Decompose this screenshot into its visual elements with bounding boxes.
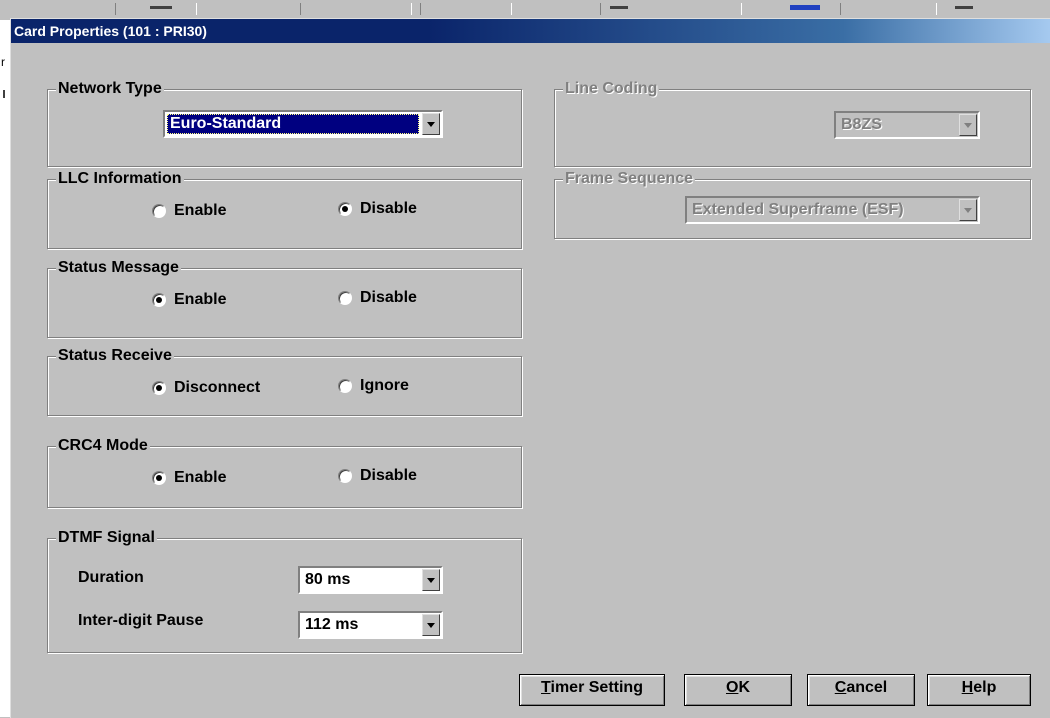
status-message-disable-radio[interactable]: Disable bbox=[338, 289, 417, 307]
frame-sequence-group: Frame Sequence Extended Superframe (ESF) bbox=[554, 169, 1031, 239]
chevron-down-icon[interactable] bbox=[959, 114, 977, 136]
status-message-legend: Status Message bbox=[56, 258, 181, 278]
window-title: Card Properties (101 : PRI30) bbox=[14, 23, 207, 39]
llc-information-legend: LLC Information bbox=[56, 169, 184, 189]
inter-digit-pause-select[interactable]: 112 ms bbox=[298, 611, 443, 639]
chevron-down-icon[interactable] bbox=[422, 614, 440, 636]
status-receive-disconnect-radio[interactable]: Disconnect bbox=[152, 379, 260, 397]
chevron-down-icon[interactable] bbox=[422, 569, 440, 591]
ok-label: K bbox=[738, 679, 750, 696]
timer-setting-label: imer Setting bbox=[550, 679, 643, 696]
status-receive-group: Status Receive Disconnect Ignore bbox=[47, 346, 522, 416]
dtmf-signal-legend: DTMF Signal bbox=[56, 528, 157, 548]
radio-on-icon bbox=[152, 471, 166, 485]
line-coding-select[interactable]: B8ZS bbox=[834, 111, 980, 139]
llc-disable-label: Disable bbox=[360, 200, 417, 217]
network-type-group: Network Type Euro-Standard bbox=[47, 79, 522, 167]
radio-off-icon bbox=[152, 204, 166, 218]
crc4-enable-label: Enable bbox=[174, 469, 227, 486]
crc4-mode-legend: CRC4 Mode bbox=[56, 436, 150, 456]
llc-information-group: LLC Information Enable Disable bbox=[47, 169, 522, 249]
radio-off-icon bbox=[338, 379, 352, 393]
duration-label: Duration bbox=[78, 569, 144, 586]
status-message-enable-radio[interactable]: Enable bbox=[152, 291, 226, 309]
status-receive-disconnect-label: Disconnect bbox=[174, 379, 261, 396]
status-message-enable-label: Enable bbox=[174, 291, 227, 308]
crc4-enable-radio[interactable]: Enable bbox=[152, 469, 226, 487]
chevron-down-icon[interactable] bbox=[422, 113, 440, 135]
status-message-group: Status Message Enable Disable bbox=[47, 258, 522, 338]
crc4-disable-radio[interactable]: Disable bbox=[338, 467, 417, 485]
line-coding-value: B8ZS bbox=[841, 116, 882, 133]
title-bar[interactable]: Card Properties (101 : PRI30) bbox=[11, 19, 1050, 43]
chevron-down-icon[interactable] bbox=[959, 199, 977, 221]
card-properties-dialog: Card Properties (101 : PRI30) Network Ty… bbox=[10, 18, 1050, 718]
background-toolbar-highlight bbox=[790, 5, 820, 10]
network-type-select[interactable]: Euro-Standard bbox=[163, 110, 443, 138]
radio-off-icon bbox=[338, 469, 352, 483]
llc-disable-radio[interactable]: Disable bbox=[338, 200, 417, 218]
timer-setting-mnemonic: T bbox=[541, 679, 551, 696]
inter-digit-pause-value: 112 ms bbox=[305, 616, 359, 633]
network-type-value: Euro-Standard bbox=[167, 114, 419, 134]
line-coding-legend: Line Coding bbox=[563, 79, 660, 99]
cancel-label: ancel bbox=[846, 679, 888, 696]
frame-sequence-select[interactable]: Extended Superframe (ESF) bbox=[685, 196, 980, 224]
background-text-fragment: r bbox=[1, 55, 5, 69]
timer-setting-button[interactable]: Timer Setting bbox=[519, 674, 665, 706]
background-toolbar-segment bbox=[840, 3, 937, 15]
inter-digit-pause-label: Inter-digit Pause bbox=[78, 612, 204, 629]
status-message-disable-label: Disable bbox=[360, 289, 417, 306]
radio-on-icon bbox=[152, 381, 166, 395]
background-toolbar-mark bbox=[610, 6, 628, 9]
cancel-button[interactable]: Cancel bbox=[807, 674, 915, 706]
background-toolbar-segment bbox=[300, 3, 412, 15]
llc-enable-label: Enable bbox=[174, 202, 227, 219]
network-type-legend: Network Type bbox=[56, 79, 164, 99]
frame-sequence-value: Extended Superframe (ESF) bbox=[692, 201, 904, 218]
status-receive-legend: Status Receive bbox=[56, 346, 174, 366]
crc4-disable-label: Disable bbox=[360, 467, 417, 484]
status-receive-ignore-radio[interactable]: Ignore bbox=[338, 377, 409, 395]
ok-button[interactable]: OK bbox=[684, 674, 792, 706]
line-coding-group: Line Coding B8ZS bbox=[554, 79, 1031, 167]
help-button[interactable]: Help bbox=[927, 674, 1031, 706]
background-toolbar-segment bbox=[600, 3, 742, 15]
background-toolbar-segment bbox=[420, 3, 512, 15]
radio-on-icon bbox=[338, 202, 352, 216]
background-toolbar-segment bbox=[115, 3, 197, 15]
dtmf-signal-group: DTMF Signal Duration 80 ms Inter-digit P… bbox=[47, 528, 522, 653]
duration-select[interactable]: 80 ms bbox=[298, 566, 443, 594]
help-mnemonic: H bbox=[961, 679, 974, 696]
radio-on-icon bbox=[152, 293, 166, 307]
radio-off-icon bbox=[338, 291, 352, 305]
cancel-mnemonic: C bbox=[834, 679, 847, 696]
llc-enable-radio[interactable]: Enable bbox=[152, 202, 226, 220]
background-mark bbox=[3, 90, 5, 98]
background-toolbar-mark bbox=[955, 6, 973, 9]
ok-mnemonic: O bbox=[725, 679, 739, 696]
status-receive-ignore-label: Ignore bbox=[360, 377, 409, 394]
background-toolbar-mark bbox=[150, 6, 172, 9]
help-label: elp bbox=[973, 679, 997, 696]
crc4-mode-group: CRC4 Mode Enable Disable bbox=[47, 436, 522, 508]
duration-value: 80 ms bbox=[305, 571, 351, 588]
frame-sequence-legend: Frame Sequence bbox=[563, 169, 696, 189]
